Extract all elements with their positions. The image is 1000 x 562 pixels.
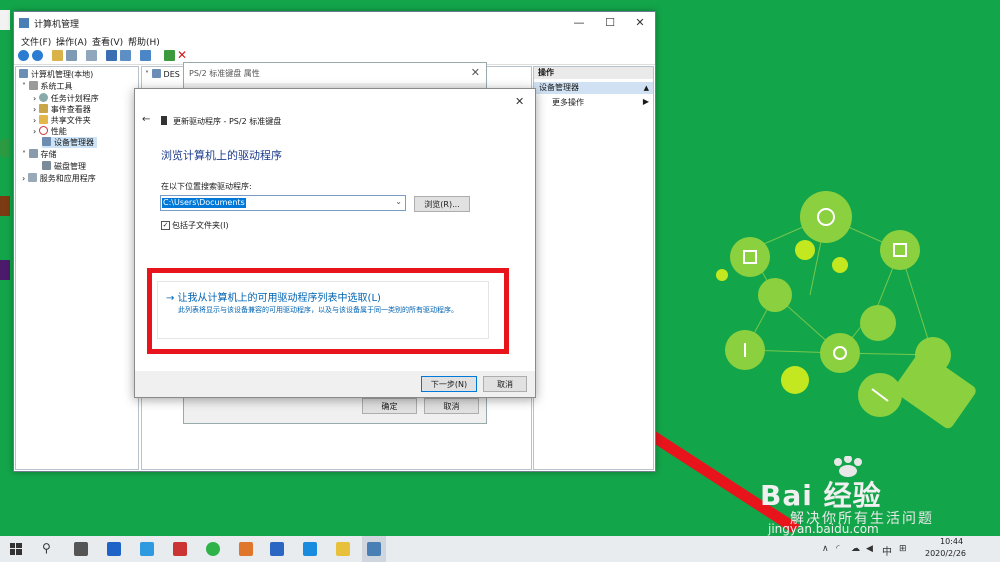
device-manager-icon [42,137,51,146]
watermark-url: jingyan.baidu.com [768,522,879,536]
up-folder-icon[interactable] [52,50,63,61]
device-tree-root[interactable]: ˅ DES [145,69,180,79]
actions-device-manager[interactable]: 设备管理器 ▲ [534,82,653,94]
driver-path-combobox[interactable]: C:\Users\Documents ⌄ [160,195,406,211]
tree-services[interactable]: › 服务和应用程序 [22,173,96,184]
monitor-icon[interactable] [140,50,151,61]
cloud-icon[interactable]: ☁ [851,544,860,554]
actions-more[interactable]: 更多操作 [552,97,584,108]
computer-management-icon [367,542,381,556]
task-view-icon[interactable] [74,542,88,556]
tools-icon [28,81,38,90]
computer-management-icon [19,18,29,28]
taskbar: ⚲ ∧ ◜ ☁ ◀ 中 ⊞ 10:44 2020/2/26 [0,536,1000,562]
help-icon[interactable] [106,50,117,61]
desktop-icon[interactable] [0,138,10,158]
ime-mode-icon[interactable]: ⊞ [899,544,907,554]
search-location-label: 在以下位置搜索驱动程序: [161,182,252,191]
menu-bar: 文件(F) 操作(A) 查看(V) 帮助(H) [14,34,655,48]
properties-title-bar: PS/2 标准键盘 属性 ✕ [184,63,486,83]
computer-icon [151,69,161,78]
show-hidden-icons[interactable]: ∧ [822,544,829,554]
properties-cancel-button[interactable]: 取消 [424,398,479,414]
tree-storage[interactable]: ˅ 存储 [22,149,57,160]
word-icon[interactable] [270,542,284,556]
taskbar-app-icon[interactable] [173,542,187,556]
search-icon[interactable]: ⚲ [42,541,51,555]
back-icon[interactable] [18,50,29,61]
clock-icon [38,93,48,102]
driver-path-value: C:\Users\Documents [162,198,246,208]
title-bar: 计算机管理 — ☐ ✕ [14,12,655,34]
browse-button[interactable]: 浏览(R)... [414,196,470,212]
ok-button[interactable]: 确定 [362,398,417,414]
export-list-icon[interactable] [86,50,97,61]
clock-time[interactable]: 10:44 [940,537,963,546]
tree-event-viewer[interactable]: › 事件查看器 [33,104,91,115]
include-subfolders-checkbox[interactable]: ✓ [161,221,170,230]
wizard-cancel-button[interactable]: 取消 [483,376,527,392]
properties-title: PS/2 标准键盘 属性 [189,69,260,78]
desktop-icon[interactable] [0,196,10,216]
taskbar-app-icon[interactable] [303,542,317,556]
tree-task-scheduler[interactable]: › 任务计划程序 [33,93,99,104]
menu-action[interactable]: 操作(A) [56,35,87,48]
wizard-heading: 浏览计算机上的驱动程序 [161,149,282,162]
taskbar-app-icon[interactable] [140,542,154,556]
chevron-down-icon[interactable]: ⌄ [395,197,402,206]
navigation-tree: 计算机管理(本地) ˅ 系统工具 › 任务计划程序 › 事件查看器 › 共享文件… [15,66,139,470]
forward-icon[interactable] [32,50,43,61]
taskbar-app-icon[interactable] [239,542,253,556]
highlight-box-annotation [147,268,509,354]
desktop-icon[interactable] [0,260,10,280]
shared-folder-icon [38,115,48,124]
tree-performance[interactable]: › 性能 [33,126,67,137]
desktop-icon[interactable] [0,10,10,30]
maximize-button[interactable]: ☐ [602,15,618,31]
computer-icon [19,69,28,78]
menu-help[interactable]: 帮助(H) [128,35,160,48]
minimize-button[interactable]: — [571,15,587,31]
ime-indicator[interactable]: 中 [882,543,892,558]
window-title: 计算机管理 [34,20,80,30]
close-button[interactable]: ✕ [632,15,648,31]
menu-file[interactable]: 文件(F) [21,35,51,48]
tree-device-manager[interactable]: 设备管理器 [42,137,97,148]
wechat-icon[interactable] [206,542,220,556]
wizard-title: 更新驱动程序 - PS/2 标准键盘 [173,117,282,126]
file-explorer-icon[interactable] [336,542,350,556]
taskbar-app-icon[interactable] [107,542,121,556]
clock-date[interactable]: 2020/2/26 [925,549,966,558]
actions-pane: 操作 设备管理器 ▲ 更多操作 ▶ [533,66,654,470]
menu-view[interactable]: 查看(V) [92,35,123,48]
wizard-footer: 下一步(N) 取消 [135,371,535,397]
update-driver-icon[interactable] [164,50,175,61]
network-icon[interactable]: ◜ [836,544,840,554]
start-icon[interactable] [10,543,22,555]
actions-header: 操作 [534,67,653,79]
properties-close-button[interactable]: ✕ [471,66,480,79]
event-viewer-icon [38,104,48,113]
disk-icon [42,161,51,170]
tree-root[interactable]: 计算机管理(本地) [19,69,93,80]
tree-disk-management[interactable]: 磁盘管理 [42,161,86,172]
computer-management-task[interactable] [362,536,386,562]
services-icon [27,173,37,182]
properties-icon[interactable] [120,50,131,61]
wizard-back-button[interactable]: ← [142,114,150,125]
wizard-close-button[interactable]: ✕ [515,95,524,108]
submenu-arrow-icon: ▶ [642,97,649,106]
show-tree-icon[interactable] [66,50,77,61]
device-icon [161,116,167,125]
storage-icon [28,149,38,158]
next-button[interactable]: 下一步(N) [421,376,477,392]
tree-shared-folders[interactable]: › 共享文件夹 [33,115,91,126]
performance-icon [38,126,48,135]
volume-icon[interactable]: ◀ [866,544,873,554]
baidu-watermark: Bai 经验 解决你所有生活问题 jingyan.baidu.com [760,456,960,536]
tree-system-tools[interactable]: ˅ 系统工具 [22,81,73,92]
uninstall-icon[interactable]: ✕ [177,48,187,62]
include-subfolders-label: 包括子文件夹(I) [172,221,229,230]
